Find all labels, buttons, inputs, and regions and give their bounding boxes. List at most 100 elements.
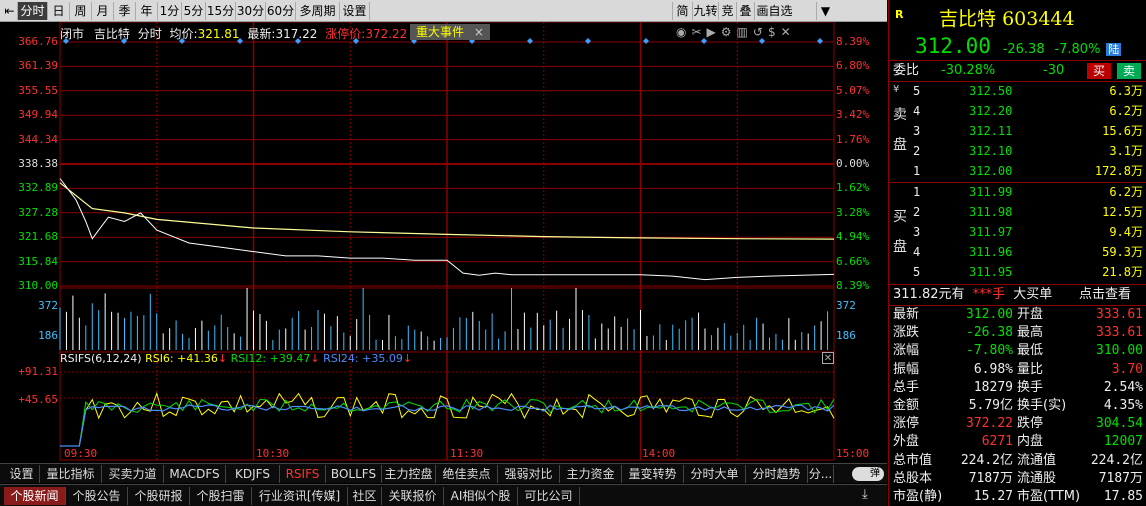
toolbar-menu-icon[interactable]: ▼: [816, 2, 834, 20]
sells-level-row[interactable]: 1 312.00 172.8万: [889, 162, 1146, 181]
news-tab-6[interactable]: 关联报价: [382, 487, 444, 505]
indicator-tab-2[interactable]: 买卖力道: [102, 465, 164, 483]
indicator-tab-11[interactable]: 量变转势: [622, 465, 684, 483]
buy-button[interactable]: 买: [1087, 63, 1111, 79]
period-tab-label: 60分: [266, 4, 295, 18]
intraday-chart-svg[interactable]: [0, 22, 887, 462]
event-marker[interactable]: [585, 38, 591, 44]
indicator-tab-7[interactable]: 主力控盘: [382, 465, 436, 483]
toolbar-right-button-2[interactable]: 竞: [718, 2, 736, 20]
indicator-tab-9[interactable]: 强弱对比: [498, 465, 560, 483]
period-tab-10[interactable]: 60分: [266, 2, 296, 20]
click-view-link[interactable]: 点击查看: [1079, 285, 1131, 305]
period-tab-9[interactable]: 30分: [236, 2, 266, 20]
sells-price: 312.10: [969, 144, 1013, 158]
sells-volume: 3.1万: [1109, 144, 1143, 158]
stat-label: 最新: [893, 307, 920, 322]
toolbar-right-label: 简: [676, 4, 689, 18]
settings-icon[interactable]: ⚙: [721, 25, 737, 39]
event-marker[interactable]: [643, 38, 649, 44]
sells-level-row[interactable]: 5 312.50 6.3万: [889, 82, 1146, 101]
undo-icon[interactable]: ↺: [753, 25, 768, 39]
stat-label: 跌停: [1017, 416, 1044, 432]
indicator-tab-4[interactable]: KDJFS: [226, 465, 280, 483]
indicator-tab-8[interactable]: 绝佳卖点: [436, 465, 498, 483]
period-tab-label: 30分: [236, 4, 265, 18]
stat-label: 总手: [893, 379, 920, 395]
rsi-tick: +45.65: [18, 393, 58, 406]
indicator-tab-3[interactable]: MACDFS: [164, 465, 226, 483]
stat-row: 振幅 6.98% 量比 3.70: [889, 361, 1146, 379]
news-tab-2[interactable]: 个股研报: [128, 487, 190, 505]
period-tab-4[interactable]: 季: [114, 2, 136, 20]
sell-button[interactable]: 卖: [1117, 63, 1141, 79]
trash-icon[interactable]: ▥: [737, 25, 753, 39]
toolbar-right-label: 九转: [693, 4, 718, 18]
toolbar-right-button-0[interactable]: 简: [672, 2, 692, 20]
news-tab-5[interactable]: 社区: [348, 487, 382, 505]
rsi-close-icon[interactable]: ✕: [822, 352, 834, 364]
download-icon[interactable]: ⤓: [862, 487, 868, 502]
collapse-icon[interactable]: ⇤: [2, 2, 18, 20]
indicator-tab-label: RSIFS: [285, 467, 320, 481]
eye-icon[interactable]: ◉: [676, 25, 691, 39]
play-icon[interactable]: ▶: [707, 25, 721, 39]
period-tab-6[interactable]: 1分: [158, 2, 182, 20]
sells-level-row[interactable]: 4 312.20 6.2万: [889, 102, 1146, 121]
close-icon[interactable]: ×: [474, 25, 484, 39]
price-tick: 338.38: [18, 157, 58, 170]
news-tab-1[interactable]: 个股公告: [66, 487, 128, 505]
indicator-tab-12[interactable]: 分时大单: [684, 465, 746, 483]
news-tab-3[interactable]: 个股扫雷: [190, 487, 252, 505]
buys-level-row[interactable]: 3 311.97 9.4万: [889, 223, 1146, 242]
indicator-tab-5[interactable]: RSIFS: [280, 465, 326, 483]
news-tab-7[interactable]: AI相似个股: [444, 487, 518, 505]
sells-level-row[interactable]: 2 312.10 3.1万: [889, 142, 1146, 161]
news-tab-8[interactable]: 可比公司: [518, 487, 580, 505]
period-tab-11[interactable]: 多周期: [296, 2, 340, 20]
price-tick: 310.00: [18, 279, 58, 292]
event-tag[interactable]: 重大事件 ×: [410, 24, 490, 40]
event-marker[interactable]: [817, 38, 823, 44]
toolbar-right-button-4[interactable]: 画自选: [754, 2, 794, 20]
stock-name: 吉比特: [93, 27, 130, 41]
indicator-tab-6[interactable]: BOLLFS: [326, 465, 382, 483]
event-marker[interactable]: [527, 38, 533, 44]
period-tab-label: 1分: [159, 4, 180, 18]
period-tab-label: 年: [140, 4, 153, 18]
news-tab-label: 个股新闻: [10, 489, 59, 503]
period-tab-12[interactable]: 设置: [340, 2, 370, 20]
indicator-tab-10[interactable]: 主力资金: [560, 465, 622, 483]
buys-level-row[interactable]: 4 311.96 59.3万: [889, 243, 1146, 262]
popup-toggle[interactable]: 弹: [852, 467, 884, 481]
chart-area: 366.76 8.39% 361.39 6.80% 355.55 5.07% 349.94 3…: [0, 22, 887, 462]
scissors-icon[interactable]: ✂: [691, 25, 706, 39]
period-tab-5[interactable]: 年: [136, 2, 158, 20]
period-tab-7[interactable]: 5分: [182, 2, 206, 20]
news-tab-4[interactable]: 行业资讯[传媒]: [252, 487, 348, 505]
indicator-tab-14[interactable]: 分...: [808, 465, 834, 483]
indicator-tab-13[interactable]: 分时趋势: [746, 465, 808, 483]
toolbar-right-button-3[interactable]: 叠: [736, 2, 754, 20]
period-tab-label: 5分: [183, 4, 204, 18]
buys-level: 4: [913, 245, 921, 259]
period-tab-2[interactable]: 周: [70, 2, 92, 20]
sells-level-row[interactable]: 3 312.11 15.6万: [889, 122, 1146, 141]
price-tick: 366.76: [18, 35, 58, 48]
period-tab-0[interactable]: 分时: [18, 2, 48, 20]
buys-level-row[interactable]: 2 311.98 12.5万: [889, 203, 1146, 222]
close-chart-icon[interactable]: ✕: [781, 25, 796, 39]
indicator-tab-0[interactable]: 设置: [4, 465, 40, 483]
toolbar-right-button-1[interactable]: 九转: [692, 2, 718, 20]
period-tab-8[interactable]: 15分: [206, 2, 236, 20]
indicator-tab-1[interactable]: 量比指标: [40, 465, 102, 483]
dollar-icon[interactable]: $: [768, 25, 781, 39]
period-tab-3[interactable]: 月: [92, 2, 114, 20]
buys-level-row[interactable]: 5 311.95 21.8万: [889, 263, 1146, 282]
sells-level: 3: [913, 124, 921, 138]
time-tick: 10:30: [256, 447, 290, 460]
news-tab-0[interactable]: 个股新闻: [4, 487, 66, 505]
stat-label: 最高: [1017, 325, 1044, 341]
period-tab-1[interactable]: 日: [48, 2, 70, 20]
buys-level-row[interactable]: 1 311.99 6.2万: [889, 183, 1146, 202]
